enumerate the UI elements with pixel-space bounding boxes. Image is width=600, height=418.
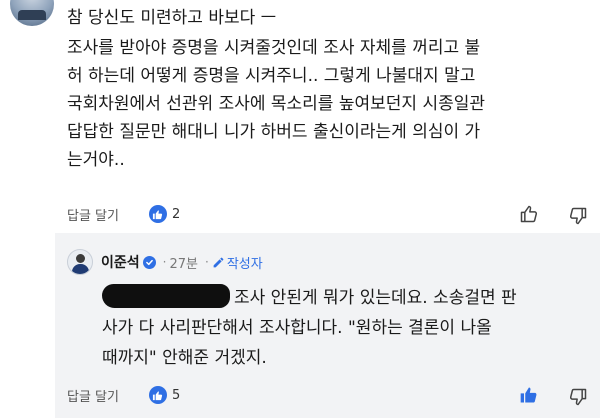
reply-author-row: 이준석 · 27분 · 작성자 <box>67 249 263 275</box>
like-count[interactable]: 5 <box>148 386 181 404</box>
reply-line: 때까지" 안해준 거겠지. <box>102 348 267 368</box>
reply-button[interactable]: 답글 달기 <box>67 386 119 405</box>
thumbs-down-outline-icon <box>569 207 587 225</box>
reply-button[interactable]: 답글 달기 <box>67 205 119 224</box>
meta-separator: · <box>162 255 167 269</box>
author-name[interactable]: 이준석 <box>101 252 140 272</box>
reply-body: 조사 안된게 뭐가 있는데요. 소송걸면 판 사가 다 사리판단해서 조사합니다… <box>102 283 592 373</box>
dislike-button[interactable] <box>567 205 589 227</box>
dislike-button[interactable] <box>567 386 589 408</box>
reply-actions: 답글 달기 5 <box>67 383 180 407</box>
thumbs-up-icon <box>148 205 167 223</box>
comment-line: 국회차원에서 선관위 조사에 목소리를 높여보던지 시종일관 <box>67 94 486 114</box>
comment-line: 는거야.. <box>67 150 125 170</box>
pencil-icon <box>213 257 224 267</box>
comment-actions: 답글 달기 2 <box>67 202 180 226</box>
verified-badge-icon <box>142 255 156 269</box>
like-button[interactable] <box>518 203 540 225</box>
comment-line: 참 당신도 미련하고 바보다 ㅡ <box>67 8 277 28</box>
thumbs-up-icon <box>148 386 167 404</box>
reply-timestamp: 27분 <box>169 256 198 272</box>
like-count-value: 2 <box>171 206 181 222</box>
meta-separator: · <box>204 255 209 269</box>
like-button-active[interactable] <box>518 384 540 406</box>
comment-body: 참 당신도 미련하고 바보다 ㅡ 조사를 받아야 증명을 시켜줄것인데 조사 자… <box>67 4 587 174</box>
thumbs-up-filled-icon <box>520 387 537 403</box>
reply-line: 사가 다 사리판단해서 조사합니다. "원하는 결론이 나올 <box>102 318 492 338</box>
author-avatar[interactable] <box>67 249 93 275</box>
reply-item: 이준석 · 27분 · 작성자 조사 안된게 뭐가 있는데요. 소송걸면 판 사… <box>55 233 600 418</box>
like-count-value: 5 <box>171 387 181 403</box>
like-count[interactable]: 2 <box>148 205 181 223</box>
comment-line: 허 하는데 어떻게 증명을 시켜주니.. 그렇게 나불대지 말고 <box>67 66 476 86</box>
comment-item: 참 당신도 미련하고 바보다 ㅡ 조사를 받아야 증명을 시켜줄것인데 조사 자… <box>0 0 600 233</box>
comment-line: 조사를 받아야 증명을 시켜줄것인데 조사 자체를 꺼리고 불 <box>67 38 481 58</box>
reply-line: 조사 안된게 뭐가 있는데요. 소송걸면 판 <box>234 288 517 308</box>
author-tag: 작성자 <box>212 253 263 272</box>
author-tag-label: 작성자 <box>226 256 263 272</box>
thumbs-down-outline-icon <box>569 388 587 406</box>
commenter-avatar[interactable] <box>10 0 54 26</box>
thumbs-up-outline-icon <box>520 205 538 223</box>
comment-line: 답답한 질문만 해대니 니가 하버드 출신이라는게 의심이 가 <box>67 122 481 142</box>
